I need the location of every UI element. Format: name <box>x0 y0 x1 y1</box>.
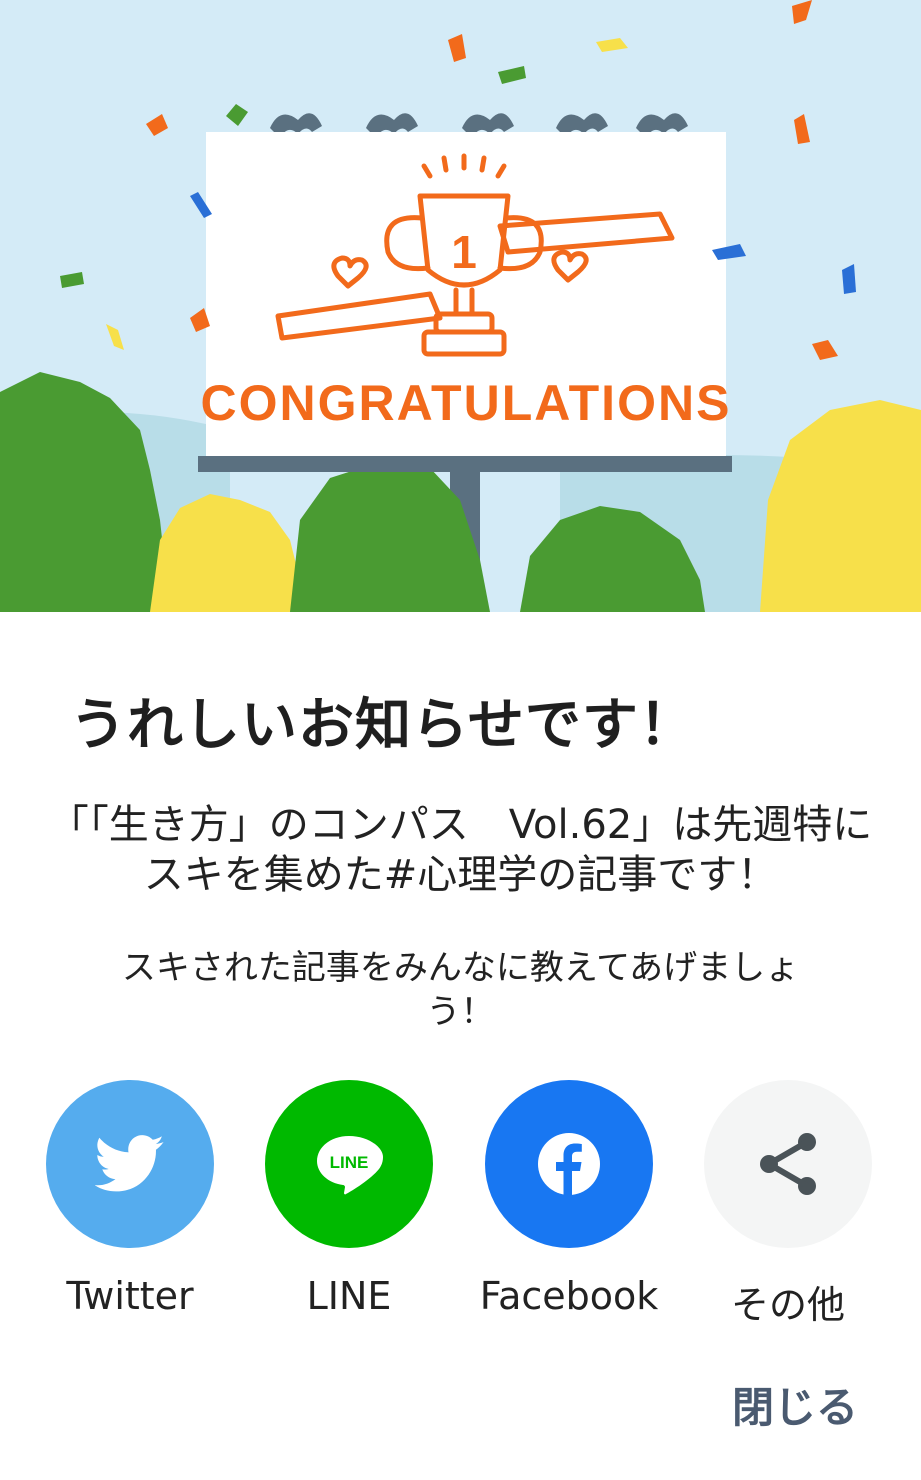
billboard-illustration: 1 CONGRATULATIONS <box>0 0 921 612</box>
facebook-circle[interactable] <box>485 1080 653 1248</box>
other-circle[interactable] <box>704 1080 872 1248</box>
congratulations-illustration: 1 CONGRATULATIONS <box>0 0 921 612</box>
share-prompt: スキされた記事をみんなに教えてあげましょう！ <box>121 948 800 1032</box>
billboard-text: CONGRATULATIONS <box>201 375 732 431</box>
trophy-number: 1 <box>451 226 477 278</box>
dialog-title: うれしいお知らせです！ <box>70 693 696 758</box>
facebook-label: Facebook <box>479 1274 659 1318</box>
close-button[interactable]: 閉じる <box>720 1376 870 1440</box>
line-share-button[interactable]: LINE LINE <box>249 1080 449 1318</box>
article-description: 「「生き方」のコンパス Vol.62」は先週特にスキを集めた#心理学の記事です！ <box>48 802 873 898</box>
twitter-share-button[interactable]: Twitter <box>30 1080 230 1318</box>
other-share-button[interactable]: その他 <box>688 1080 888 1329</box>
other-label: その他 <box>730 1283 845 1327</box>
twitter-label: Twitter <box>66 1274 194 1318</box>
share-buttons: Twitter LINE LINE Facebook その他 <box>0 1080 921 1327</box>
facebook-icon <box>538 1133 600 1195</box>
line-label: LINE <box>306 1274 392 1318</box>
facebook-share-button[interactable]: Facebook <box>469 1080 669 1318</box>
line-circle[interactable]: LINE <box>265 1080 433 1248</box>
line-icon: LINE <box>317 1136 383 1195</box>
line-icon-text: LINE <box>330 1153 369 1172</box>
twitter-bird-icon <box>95 1135 164 1192</box>
share-icon <box>760 1133 816 1195</box>
twitter-circle[interactable] <box>46 1080 214 1248</box>
